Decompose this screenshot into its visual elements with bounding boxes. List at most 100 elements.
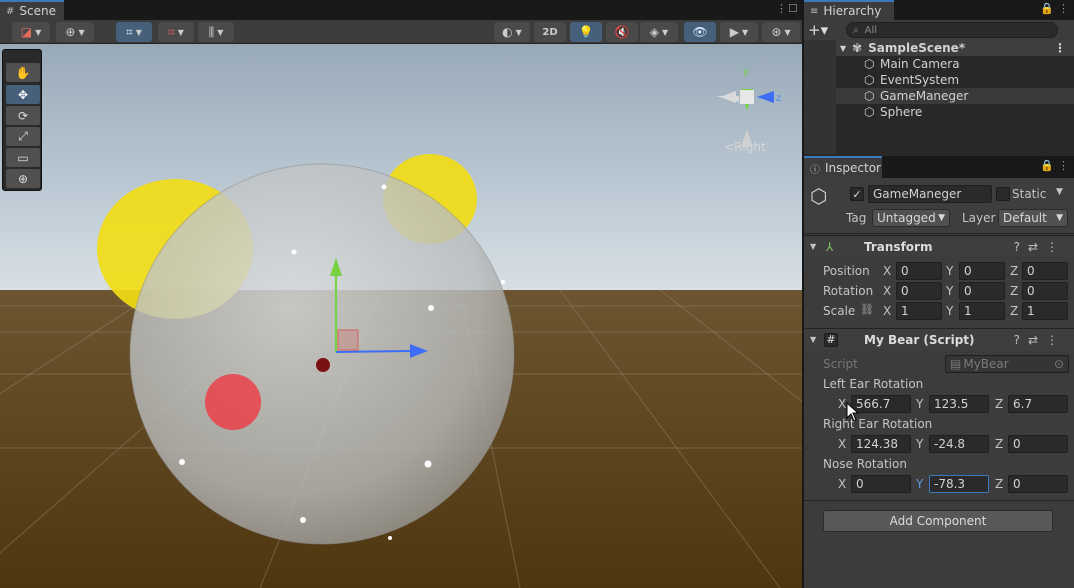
view-label[interactable]: <Right <box>724 140 766 154</box>
grid-snapping-button[interactable]: ⌗ ▼ <box>116 22 152 42</box>
more-icon[interactable]: ⋮ <box>1046 240 1066 254</box>
rotation-x-field[interactable]: 0 <box>896 282 942 300</box>
2d-label: 2D <box>542 26 558 38</box>
component-actions[interactable]: ?⇄⋮ <box>1014 240 1066 254</box>
search-placeholder: All <box>864 24 878 36</box>
tag-dropdown[interactable]: Untagged ▼ <box>872 209 950 227</box>
help-icon[interactable]: ? <box>1014 333 1028 347</box>
help-icon[interactable]: ? <box>1014 240 1028 254</box>
audio-toggle[interactable]: 🔇 <box>606 22 638 42</box>
rect-tool[interactable]: ▭ <box>6 148 40 167</box>
right-ear-z-field[interactable]: 0 <box>1008 435 1068 453</box>
axis-z-label: Z <box>995 437 1004 451</box>
lock-icon[interactable]: 🔒 <box>1040 2 1055 15</box>
tab-inspector-label: Inspector <box>825 161 881 175</box>
position-y-field[interactable]: 0 <box>959 262 1005 280</box>
lock-icon[interactable]: 🔒 <box>1040 159 1055 172</box>
tab-scene[interactable]: # Scene <box>0 0 64 20</box>
tab-hierarchy[interactable]: ≡ Hierarchy <box>804 0 894 20</box>
globe-icon: ⊕ <box>65 25 76 39</box>
position-x-field[interactable]: 0 <box>896 262 942 280</box>
hierarchy-item-gamemaneger[interactable]: ⬡ GameManeger <box>836 88 1074 104</box>
hierarchy-item-main-camera[interactable]: ⬡ Main Camera <box>836 56 1074 72</box>
tab-inspector[interactable]: ⓘ Inspector <box>804 156 882 178</box>
axis-z-label: Z <box>1010 304 1019 318</box>
add-icon[interactable]: +▾ <box>808 21 828 39</box>
maximize-icon[interactable]: ☐ <box>788 2 799 15</box>
scale-x-field[interactable]: 1 <box>896 302 942 320</box>
static-checkbox[interactable] <box>996 187 1010 201</box>
tool-palette: ✋ ✥ ⟳ ⤢ ▭ ⊕ <box>2 49 42 191</box>
nose-x-field[interactable]: 0 <box>851 475 911 493</box>
scene-viewport[interactable]: y z <box>0 44 802 588</box>
scene-panel: # Scene ⋮ ☐ ◪▼ ⊕▼ ⌗▼ ⌗▼ ⫼▼ ◐▼ 2D 💡 <box>0 0 802 588</box>
scale-tool[interactable]: ⤢ <box>6 127 40 146</box>
tab-hierarchy-label: Hierarchy <box>823 4 882 18</box>
more-icon[interactable]: ⋮ <box>1058 2 1070 15</box>
object-name-field[interactable]: GameManeger <box>868 185 992 203</box>
more-icon[interactable]: ⋮ <box>1046 333 1066 347</box>
rotation-z-field[interactable]: 0 <box>1022 282 1068 300</box>
cube-icon: ⬡ <box>864 105 875 119</box>
rotation-y-field[interactable]: 0 <box>959 282 1005 300</box>
hand-tool[interactable]: ✋ <box>6 63 40 82</box>
grid-snap-icon: ⌗ <box>126 24 133 39</box>
effects-button[interactable]: ◈ ▼ <box>640 22 678 42</box>
divider <box>804 500 1074 501</box>
nose-z-field[interactable]: 0 <box>1008 475 1068 493</box>
gameobject-cube-icon[interactable]: ⬡ <box>810 184 827 208</box>
hierarchy-search-input[interactable]: ⌕ All <box>846 22 1058 38</box>
incremental-snap-button[interactable]: ⌗ ▼ <box>158 22 194 42</box>
active-checkbox[interactable]: ✓ <box>850 187 864 201</box>
shading-mode-button[interactable]: ◐ ▼ <box>494 22 530 42</box>
more-icon[interactable]: ⋮ <box>1058 159 1070 172</box>
lighting-toggle[interactable]: 💡 <box>570 22 602 42</box>
static-label: Static <box>1012 187 1047 201</box>
ruler-button[interactable]: ⫼ ▼ <box>198 22 234 42</box>
hidden-objects-toggle[interactable]: 👁 <box>684 22 716 42</box>
presets-icon[interactable]: ⇄ <box>1028 240 1046 254</box>
axis-z-label: Z <box>995 397 1004 411</box>
search-icon: ⌕ <box>853 24 859 36</box>
hierarchy-item-eventsystem[interactable]: ⬡ EventSystem <box>836 72 1074 88</box>
left-ear-y-field[interactable]: 123.5 <box>929 395 989 413</box>
add-component-button[interactable]: Add Component <box>823 510 1053 532</box>
transform-title: Transform <box>864 239 933 254</box>
rotate-tool[interactable]: ⟳ <box>6 106 40 125</box>
axis-x-label: X <box>838 397 847 411</box>
component-actions[interactable]: ?⇄⋮ <box>1014 333 1066 347</box>
hierarchy-item-sphere[interactable]: ⬡ Sphere <box>836 104 1074 120</box>
transform-header[interactable]: ▼ ⅄ Transform ?⇄⋮ <box>804 235 1074 257</box>
right-ear-x-field[interactable]: 124.38 <box>851 435 911 453</box>
script-enabled-checkbox[interactable]: # <box>824 332 838 347</box>
scale-z-field[interactable]: 1 <box>1022 302 1068 320</box>
draw-mode-icon: ◪ <box>20 25 33 39</box>
scene-render: y z <box>0 44 802 588</box>
2d-toggle[interactable]: 2D <box>534 22 566 42</box>
scale-y-field[interactable]: 1 <box>959 302 1005 320</box>
rotate-icon: ⟳ <box>17 108 29 123</box>
left-ear-z-field[interactable]: 6.7 <box>1008 395 1068 413</box>
position-z-field[interactable]: 0 <box>1022 262 1068 280</box>
my-bear-header[interactable]: ▼ # My Bear (Script) ?⇄⋮ <box>804 328 1074 350</box>
gizmos-button[interactable]: ⊛ ▼ <box>762 22 800 42</box>
chevron-down-icon: ▼ <box>840 43 847 53</box>
chevron-left-icon: < <box>724 140 735 154</box>
layer-dropdown[interactable]: Default ▼ <box>998 209 1068 227</box>
link-icon[interactable]: ⛓ <box>860 303 874 316</box>
draw-mode-button[interactable]: ◪ ▼ <box>12 22 50 42</box>
hierarchy-item-scene[interactable]: ▼ ✾ SampleScene* ⋮ <box>836 40 1074 56</box>
move-tool[interactable]: ✥ <box>6 85 40 104</box>
more-icon[interactable]: ⋮ <box>776 2 788 15</box>
pivot-global-button[interactable]: ⊕ ▼ <box>56 22 94 42</box>
chevron-down-icon[interactable]: ▼ <box>1056 187 1063 197</box>
right-ear-y-field[interactable]: -24.8 <box>929 435 989 453</box>
presets-icon[interactable]: ⇄ <box>1028 333 1046 347</box>
camera-button[interactable]: ▶ ▼ <box>720 22 758 42</box>
chevron-down-icon: ▼ <box>515 27 522 37</box>
transform-tool[interactable]: ⊕ <box>6 169 40 188</box>
nose-y-field[interactable]: -78.3 <box>929 475 989 493</box>
speaker-muted-icon: 🔇 <box>614 25 630 39</box>
left-ear-x-field[interactable]: 566.7 <box>851 395 911 413</box>
more-icon[interactable]: ⋮ <box>1054 41 1066 55</box>
